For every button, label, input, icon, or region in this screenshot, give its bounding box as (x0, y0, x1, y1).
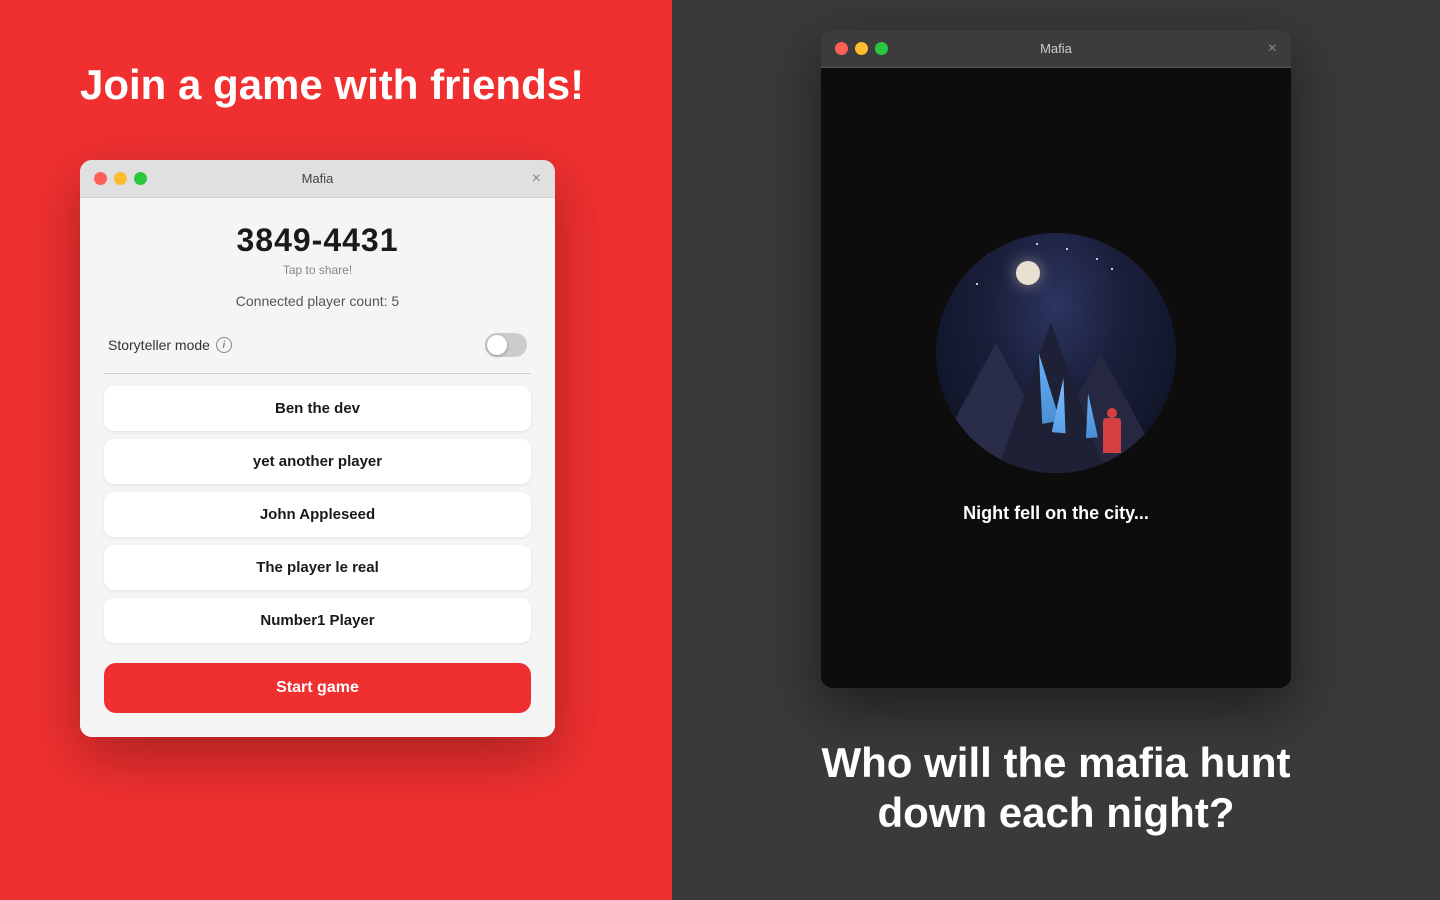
star-2 (1096, 258, 1098, 260)
window-right-content: Night fell on the city... (821, 68, 1291, 688)
right-panel: Mafia × (672, 0, 1440, 900)
storyteller-row: Storyteller mode i (104, 325, 531, 365)
window-left: Mafia × 3849-4431 Tap to share! Connecte… (80, 160, 555, 737)
traffic-light-yellow-right[interactable] (855, 42, 868, 55)
traffic-lights-left (94, 172, 147, 185)
player-item-2[interactable]: John Appleseed (104, 492, 531, 537)
traffic-light-red-right[interactable] (835, 42, 848, 55)
night-scene (936, 233, 1176, 473)
player-count: Connected player count: 5 (104, 293, 531, 309)
right-heading: Who will the mafia hunt down each night? (822, 738, 1291, 839)
traffic-light-green-left[interactable] (134, 172, 147, 185)
traffic-light-yellow-left[interactable] (114, 172, 127, 185)
window-right: Mafia × (821, 30, 1291, 688)
left-heading: Join a game with friends! (80, 60, 584, 110)
titlebar-left: Mafia × (80, 160, 555, 198)
tap-to-share: Tap to share! (104, 263, 531, 277)
player-item-1[interactable]: yet another player (104, 439, 531, 484)
star-3 (1036, 243, 1038, 245)
titlebar-right: Mafia × (821, 30, 1291, 68)
moon (1016, 261, 1040, 285)
left-panel: Join a game with friends! Mafia × 3849-4… (0, 0, 672, 900)
star-6 (976, 283, 978, 285)
info-icon[interactable]: i (216, 337, 232, 353)
player-item-0[interactable]: Ben the dev (104, 386, 531, 431)
storyteller-label: Storyteller mode i (108, 337, 232, 353)
window-title-left: Mafia (302, 171, 334, 186)
traffic-light-red-left[interactable] (94, 172, 107, 185)
start-game-button[interactable]: Start game (104, 663, 531, 713)
player-item-3[interactable]: The player le real (104, 545, 531, 590)
game-code[interactable]: 3849-4431 (104, 222, 531, 259)
traffic-light-green-right[interactable] (875, 42, 888, 55)
player-list: Ben the dev yet another player John Appl… (104, 386, 531, 643)
star-1 (1066, 248, 1068, 250)
red-figure (1103, 418, 1121, 453)
night-text: Night fell on the city... (963, 503, 1149, 524)
window-content-left: 3849-4431 Tap to share! Connected player… (80, 198, 555, 737)
storyteller-text: Storyteller mode (108, 337, 210, 353)
storyteller-toggle[interactable] (485, 333, 527, 357)
window-close-left[interactable]: × (532, 170, 541, 188)
traffic-lights-right (835, 42, 888, 55)
star-7 (1136, 251, 1138, 253)
star-5 (1111, 268, 1113, 270)
game-code-section[interactable]: 3849-4431 Tap to share! (104, 222, 531, 277)
star-4 (986, 253, 988, 255)
window-title-right: Mafia (1040, 41, 1072, 56)
divider (104, 373, 531, 374)
player-item-4[interactable]: Number1 Player (104, 598, 531, 643)
window-close-right[interactable]: × (1268, 40, 1277, 58)
